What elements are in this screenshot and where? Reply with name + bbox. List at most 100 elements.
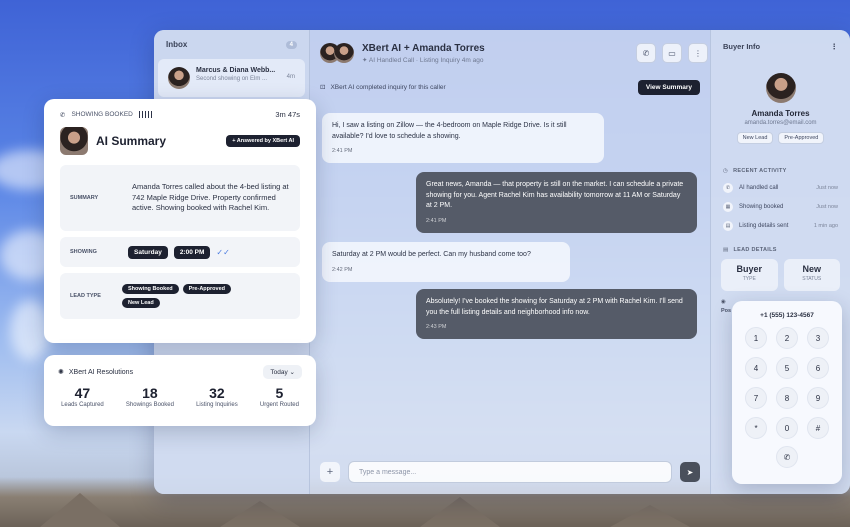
more-vertical-icon[interactable]: ⋮	[831, 42, 839, 51]
lead-box-value: Buyer	[736, 264, 762, 274]
send-icon: ➤	[686, 467, 694, 477]
lead-status-box: New STATUS	[783, 259, 840, 291]
avatar	[334, 43, 354, 63]
activity-item: ▤ Listing details sent 1 min ago	[711, 216, 850, 235]
phone-icon: ✆	[60, 111, 66, 119]
message-time: 2:41 PM	[426, 217, 447, 224]
period-select[interactable]: Today ⌄	[263, 365, 302, 379]
call-button[interactable]: ✆	[776, 446, 798, 468]
message-input[interactable]	[348, 461, 672, 483]
message-time: 2:42 PM	[332, 266, 353, 273]
message-composer: + ➤	[320, 460, 700, 484]
chat-header: XBert AI + Amanda Torres ✦ AI Handled Ca…	[320, 38, 708, 68]
keypad-key[interactable]: 1	[745, 327, 767, 349]
message-text: Hi, I saw a listing on Zillow — the 4-be…	[332, 122, 567, 140]
info-icon: ◉	[721, 299, 726, 305]
showing-row-label: SHOWING	[70, 249, 97, 255]
message-text: Saturday at 2 PM would be perfect. Can m…	[332, 251, 531, 258]
keypad-grid: 1 2 3 4 5 6 7 8 9 * 0 #	[732, 327, 842, 439]
resolutions-title: XBert AI Resolutions	[68, 368, 134, 376]
phone-button[interactable]: ✆	[636, 43, 656, 63]
stat-value: 18	[142, 385, 158, 401]
showing-row: SHOWING Saturday 2:00 PM ✓✓	[60, 237, 300, 267]
message-outgoing: Absolutely! I've booked the showing for …	[416, 289, 697, 340]
video-icon: ▭	[668, 48, 676, 58]
call-status-label: SHOWING BOOKED	[71, 111, 133, 118]
stat-label: Urgent Routed	[259, 402, 299, 408]
inbox-item-name: Marcus & Diana Webb...	[196, 67, 276, 74]
activity-item: ▦ Showing booked Just now	[711, 197, 850, 216]
inbox-item-preview: Second showing on Elm ...	[196, 76, 268, 82]
lead-type-tag: New Lead	[122, 298, 160, 308]
buyer-info-header: Buyer Info ⋮	[711, 30, 850, 63]
keypad-key[interactable]: 8	[776, 387, 798, 409]
keypad-key[interactable]: 4	[745, 357, 767, 379]
summary-row-label: SUMMARY	[70, 195, 99, 201]
call-duration: 3m 47s	[275, 110, 300, 119]
keypad-key[interactable]: 9	[807, 387, 829, 409]
activity-time: Just now	[816, 184, 838, 191]
keypad-key[interactable]: 5	[776, 357, 798, 379]
inbox-item[interactable]: Marcus & Diana Webb... Second showing on…	[158, 59, 305, 97]
keypad-key[interactable]: #	[807, 417, 829, 439]
activity-time: 1 min ago	[813, 222, 838, 229]
keypad-key[interactable]: 0	[776, 417, 798, 439]
send-button[interactable]: ➤	[680, 462, 700, 482]
lead-box-value: New	[802, 264, 821, 274]
chevron-down-icon: ⌄	[289, 369, 295, 376]
keypad-key[interactable]: 7	[745, 387, 767, 409]
stat-showings-booked: 18 Showings Booked	[126, 385, 174, 408]
stat-listing-inquiries: 32 Listing Inquiries	[196, 385, 238, 408]
message-incoming: Hi, I saw a listing on Zillow — the 4-be…	[322, 113, 604, 164]
waveform-icon	[138, 111, 153, 118]
message-outgoing: Great news, Amanda — that property is st…	[416, 172, 697, 233]
keypad-key[interactable]: *	[745, 417, 767, 439]
view-summary-button[interactable]: View Summary	[637, 79, 700, 95]
video-button[interactable]: ▭	[662, 43, 682, 63]
buyer-info-title: Buyer Info	[723, 42, 761, 51]
inbox-title: Inbox	[166, 40, 188, 49]
ai-handled-icon: ✦	[362, 56, 368, 64]
double-check-icon: ✓✓	[216, 247, 230, 257]
activity-label: AI handled call	[739, 184, 779, 191]
keypad-key[interactable]: 2	[776, 327, 798, 349]
phone-icon: ✆	[723, 182, 733, 193]
message-time: 2:43 PM	[426, 324, 447, 330]
keypad-key[interactable]: 3	[807, 327, 829, 349]
more-vertical-icon: ⋮	[694, 48, 702, 58]
buyer-tag: New Lead	[736, 132, 774, 144]
period-select-value: Today	[270, 369, 288, 376]
chat-subtitle-text: AI Handled Call · Listing Inquiry 4m ago	[368, 56, 484, 64]
lead-type-box: Buyer TYPE	[721, 259, 778, 291]
message-incoming: Saturday at 2 PM would be perfect. Can m…	[322, 242, 570, 282]
message-text: Absolutely! I've booked the showing for …	[426, 298, 683, 316]
lead-type-row: LEAD TYPE Showing Booked Pre-Approved Ne…	[60, 273, 300, 319]
buyer-email: amanda.torres@email.com	[744, 120, 817, 126]
message-time: 2:41 PM	[332, 148, 353, 154]
inquiry-status-bar: ⊡ XBert AI completed inquiry for this ca…	[320, 78, 700, 96]
activity-time: Just now	[816, 203, 838, 210]
ai-summary-card: ✆ SHOWING BOOKED 3m 47s AI Summary + Ans…	[44, 99, 316, 343]
stat-label: Showings Booked	[125, 402, 174, 408]
calendar-icon: ▦	[723, 201, 733, 212]
inbox-item-time: 4m	[286, 74, 295, 80]
inbox-header: Inbox 4	[154, 30, 309, 59]
activity-item: ✆ AI handled call Just now	[711, 178, 850, 197]
stat-label: Listing Inquiries	[196, 402, 238, 408]
buyer-tag: Pre-Approved	[778, 132, 825, 144]
keypad-key[interactable]: 6	[807, 357, 829, 379]
answered-by-badge: + Answered by XBert AI	[226, 135, 300, 147]
chat-subtitle: ✦ AI Handled Call · Listing Inquiry 4m a…	[362, 56, 485, 64]
inquiry-status-text: XBert AI completed inquiry for this call…	[330, 83, 446, 91]
attach-button[interactable]: +	[320, 462, 340, 482]
inbox-count-badge: 4	[285, 40, 297, 49]
sparkle-icon: ✺	[58, 369, 64, 376]
robot-icon: ⊡	[320, 84, 326, 91]
activity-label: Showing booked	[739, 203, 784, 210]
summary-title: AI Summary	[96, 134, 167, 148]
stat-urgent-routed: 5 Urgent Routed	[260, 385, 299, 408]
more-options-button[interactable]: ⋮	[688, 43, 708, 63]
avatar	[168, 67, 190, 89]
document-icon: ▤	[723, 247, 729, 253]
phone-icon: ✆	[783, 452, 791, 462]
